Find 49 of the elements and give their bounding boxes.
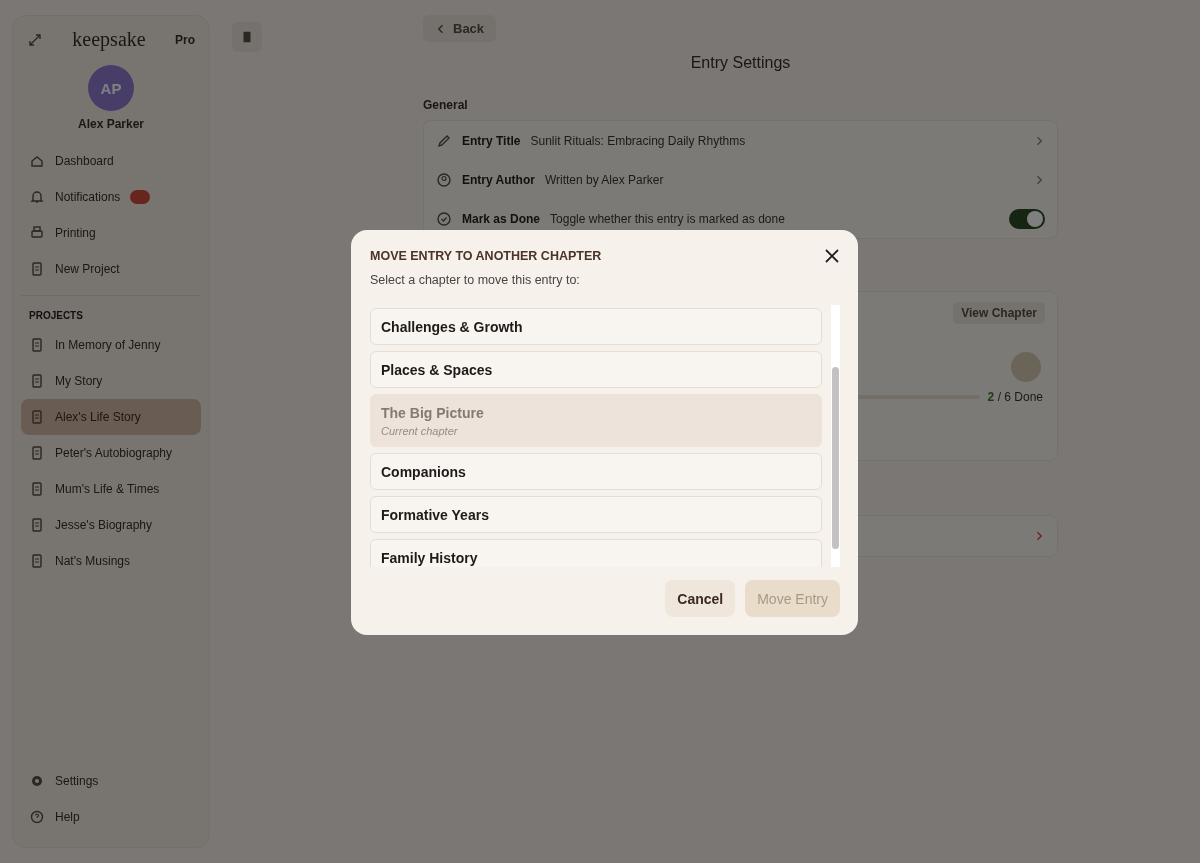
close-icon[interactable] [824,248,840,264]
person-icon [436,171,452,188]
cancel-button[interactable]: Cancel [665,580,736,617]
dialog-subtitle: Select a chapter to move this entry to: [370,273,581,287]
chapter-avatar [1011,352,1041,382]
section-heading: PROJECTS [28,309,84,323]
project-item[interactable]: My Story [21,363,201,399]
setting-row[interactable]: Entry Author Written by Alex Parker [424,160,1057,199]
project-item[interactable]: Peter's Autobiography [21,435,201,471]
progress-reading: 2 / 6 Done [987,390,1043,404]
nav-item[interactable]: Printing [21,215,201,251]
expand-icon[interactable] [27,31,43,48]
settings-icon [29,773,45,789]
project-item[interactable]: In Memory of Jenny [21,327,201,363]
project-item[interactable]: Alex's Life Story [21,399,201,435]
home-icon [29,153,45,169]
chapter-option[interactable]: Formative Years [370,496,822,533]
chapter-option[interactable]: The Big Picture Current chapter [370,394,822,447]
page-title: Entry Settings [689,54,792,72]
section-heading: General [423,98,469,112]
nav-item[interactable]: New Project [21,251,201,287]
logo: keepsake [72,28,146,51]
project-item[interactable]: Mum's Life & Times [21,471,201,507]
toggle-switch[interactable] [1009,208,1045,229]
plan-label: Pro [175,32,195,47]
chapter-option[interactable]: Challenges & Growth [370,308,822,345]
sidebar-toggle-button[interactable] [232,22,262,52]
project-item[interactable]: Nat's Musings [21,543,201,579]
back-button[interactable]: Back [423,15,497,42]
check-circle-icon [436,210,452,227]
printer-icon [29,225,45,241]
help-icon [29,809,45,825]
nav-item[interactable]: Settings [21,763,201,799]
nav-item[interactable]: Help [21,799,201,835]
chapter-option[interactable]: Places & Spaces [370,351,822,388]
setting-row[interactable]: Mark as Done Toggle whether this entry is marked as done [424,199,1057,238]
dialog-title: MOVE ENTRY TO ANOTHER CHAPTER [370,249,602,263]
scrollbar[interactable] [831,305,840,567]
project-item[interactable]: Jesse's Biography [21,507,201,543]
setting-row[interactable]: Entry Title Sunlit Rituals: Embracing Daily Rhythms [424,121,1057,160]
bell-icon [29,189,45,205]
user-name: Alex Parker [76,117,145,131]
chapter-option[interactable]: Companions [370,453,822,490]
chapter-option[interactable]: Family History [370,539,822,567]
pencil-icon [436,132,452,149]
nav-item[interactable]: Dashboard [21,143,201,179]
view-chapter-button[interactable]: View Chapter [953,302,1045,324]
nav-item[interactable]: Notifications [21,179,201,215]
user-avatar: AP [88,65,134,111]
